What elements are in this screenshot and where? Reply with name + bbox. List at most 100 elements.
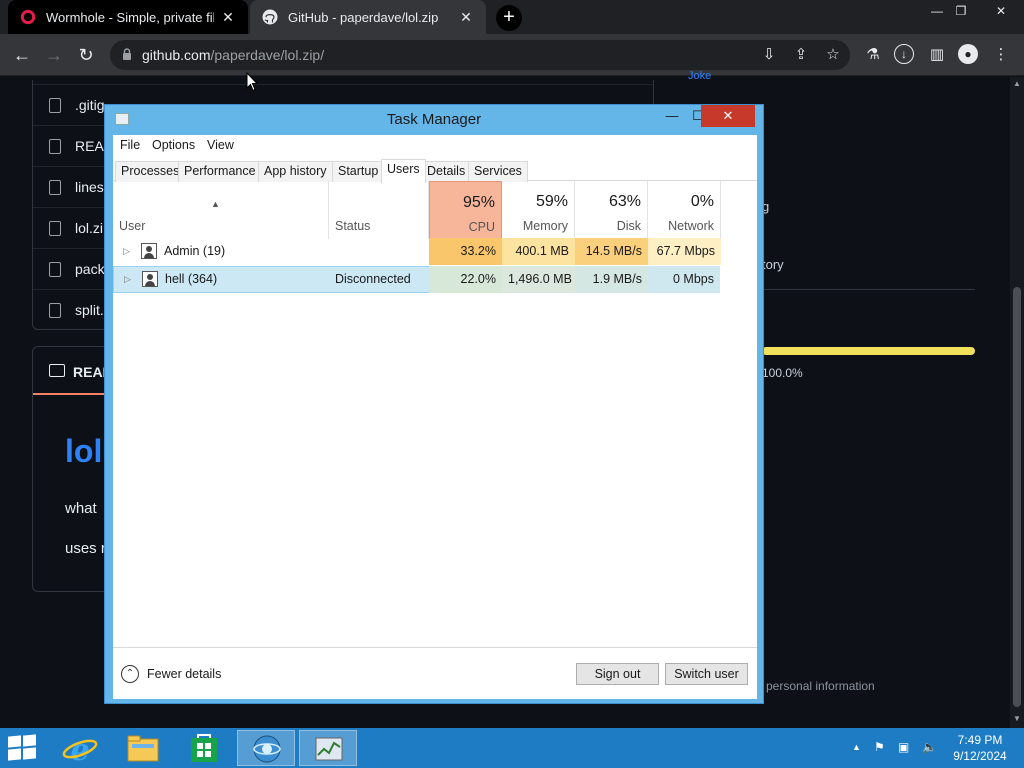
cell-user: Admin (19) (164, 244, 226, 258)
show-hidden-icons-chevron-icon[interactable]: ▲ (852, 742, 861, 752)
new-tab-button[interactable]: + (496, 5, 522, 31)
column-disk[interactable]: 63% Disk (575, 181, 648, 239)
fewer-details-link[interactable]: Fewer details (147, 667, 221, 681)
scroll-down-icon[interactable]: ▼ (1013, 714, 1021, 723)
side-panel-icon[interactable]: ▥ (926, 44, 948, 66)
file-name[interactable]: lines (75, 179, 104, 195)
cell-memory: 1,496.0 MB (502, 266, 575, 293)
windows-logo-icon (23, 734, 36, 747)
start-button[interactable] (8, 734, 38, 761)
profile-avatar-icon[interactable]: ● (958, 44, 978, 64)
window-restore-button[interactable]: ❐ (944, 0, 978, 24)
file-icon (49, 98, 61, 113)
expand-chevron-icon[interactable]: ▷ (124, 274, 131, 285)
file-name[interactable]: lol.zi (75, 220, 103, 236)
tab-title: Wormhole - Simple, private file s (46, 9, 214, 25)
menu-file[interactable]: File (120, 138, 140, 152)
close-button[interactable]: ✕ (701, 105, 755, 127)
folder-icon (127, 735, 159, 762)
table-row[interactable]: ▷ hell (364) Disconnected 22.0% 1,496.0 … (113, 266, 720, 293)
window-close-button[interactable]: ✕ (984, 0, 1018, 24)
browser-tab-github[interactable]: GitHub - paperdave/lol.zip ✕ (250, 0, 486, 34)
scroll-up-icon[interactable]: ▲ (1013, 79, 1021, 88)
sign-out-button[interactable]: Sign out (576, 663, 659, 685)
network-icon[interactable]: ▣ (898, 740, 909, 754)
taskbar-store[interactable] (175, 730, 233, 766)
reload-icon[interactable]: ↻ (74, 43, 98, 67)
menu-view[interactable]: View (207, 138, 234, 152)
taskbar-file-explorer[interactable] (113, 730, 171, 766)
download-icon[interactable]: ↓ (894, 44, 914, 64)
taskbar-browser[interactable] (237, 730, 295, 766)
column-status[interactable]: Status (329, 181, 429, 239)
browser-tabstrip: Wormhole - Simple, private file s ✕ GitH… (0, 0, 1024, 34)
back-arrow-icon[interactable]: ← (10, 43, 34, 67)
file-icon (49, 262, 61, 277)
file-icon (49, 139, 61, 154)
clock-time: 7:49 PM (957, 733, 1003, 747)
column-cpu[interactable]: 95% CPU (429, 181, 502, 239)
cell-cpu: 22.0% (429, 266, 502, 293)
user-avatar-icon (141, 243, 157, 259)
tab-processes[interactable]: Processes (115, 161, 186, 182)
file-icon (49, 303, 61, 318)
task-manager-titlebar[interactable]: Task Manager — ☐ ✕ (105, 105, 763, 133)
column-user[interactable]: ▲ User (113, 181, 329, 239)
task-manager-footer: ⌃ Fewer details Sign out Switch user (113, 647, 757, 699)
taskbar-clock[interactable]: 7:49 PM 9/12/2024 (940, 732, 1020, 764)
address-bar[interactable]: github.com/paperdave/lol.zip/ (110, 40, 850, 70)
footer-link[interactable]: personal information (766, 679, 875, 693)
column-label: Status (335, 219, 371, 233)
scrollbar-thumb[interactable] (1013, 287, 1021, 707)
file-name[interactable]: pack (75, 261, 105, 277)
task-manager-window: Task Manager — ☐ ✕ File Options View Pro… (104, 104, 764, 704)
cell-disk: 14.5 MB/s (575, 238, 648, 265)
file-name[interactable]: .gitig (75, 97, 105, 113)
taskbar-internet-explorer[interactable]: e (51, 730, 109, 768)
forward-arrow-icon[interactable]: → (42, 43, 66, 67)
volume-muted-icon[interactable]: 🔈 (922, 740, 937, 754)
taskbar-task-manager[interactable] (299, 730, 357, 766)
cell-disk: 1.9 MB/s (575, 266, 648, 293)
sort-ascending-icon: ▲ (211, 199, 220, 209)
tab-performance[interactable]: Performance (178, 161, 262, 182)
page-scrollbar[interactable]: ▲ ▼ (1010, 77, 1024, 728)
column-network[interactable]: 0% Network (648, 181, 721, 239)
tab-app-history[interactable]: App history (258, 161, 333, 182)
action-center-flag-icon[interactable]: ⚑ (874, 740, 885, 754)
url-host: github.com (142, 47, 211, 63)
labs-flask-icon[interactable]: ⚗ (862, 44, 884, 66)
cpu-total: 95% (462, 194, 495, 211)
url-text: github.com/paperdave/lol.zip/ (142, 47, 324, 63)
store-bag-icon (191, 734, 217, 762)
minimize-button[interactable]: — (659, 105, 685, 127)
topic-tag[interactable]: Joke (688, 70, 711, 82)
switch-user-button[interactable]: Switch user (665, 663, 748, 685)
windows-taskbar: e ▲ ⚑ ▣ 🔈 7:49 PM 9/12/2024 (0, 728, 1024, 768)
svg-text:e: e (70, 733, 89, 766)
tab-bar: Processes Performance App history Startu… (113, 159, 757, 183)
task-manager-client: File Options View Processes Performance … (113, 135, 757, 699)
tab-users[interactable]: Users (381, 159, 426, 183)
tab-close-icon[interactable]: ✕ (458, 9, 474, 26)
windows-logo-icon (8, 735, 21, 748)
chevron-up-icon[interactable]: ⌃ (121, 665, 139, 683)
cell-status: Disconnected (335, 272, 411, 286)
bookmark-star-icon[interactable]: ☆ (822, 44, 844, 66)
tab-startup[interactable]: Startup (332, 161, 385, 182)
tab-details[interactable]: Details (421, 161, 472, 182)
share-icon[interactable]: ⇪ (790, 44, 812, 66)
table-row[interactable]: ▷ Admin (19) 33.2% 400.1 MB 14.5 MB/s 67… (113, 238, 721, 265)
expand-chevron-icon[interactable]: ▷ (123, 246, 130, 257)
tab-close-icon[interactable]: ✕ (220, 9, 236, 26)
cell-cpu: 33.2% (429, 238, 502, 265)
browser-tab-wormhole[interactable]: Wormhole - Simple, private file s ✕ (8, 0, 248, 34)
column-label: User (119, 219, 146, 233)
install-app-icon[interactable]: ⇩ (758, 44, 780, 66)
tab-services[interactable]: Services (468, 161, 528, 182)
more-menu-icon[interactable]: ⋮ (990, 44, 1012, 66)
menu-options[interactable]: Options (152, 138, 195, 152)
file-name[interactable]: split. (75, 302, 104, 318)
column-memory[interactable]: 59% Memory (502, 181, 575, 239)
language-bar (762, 347, 975, 355)
